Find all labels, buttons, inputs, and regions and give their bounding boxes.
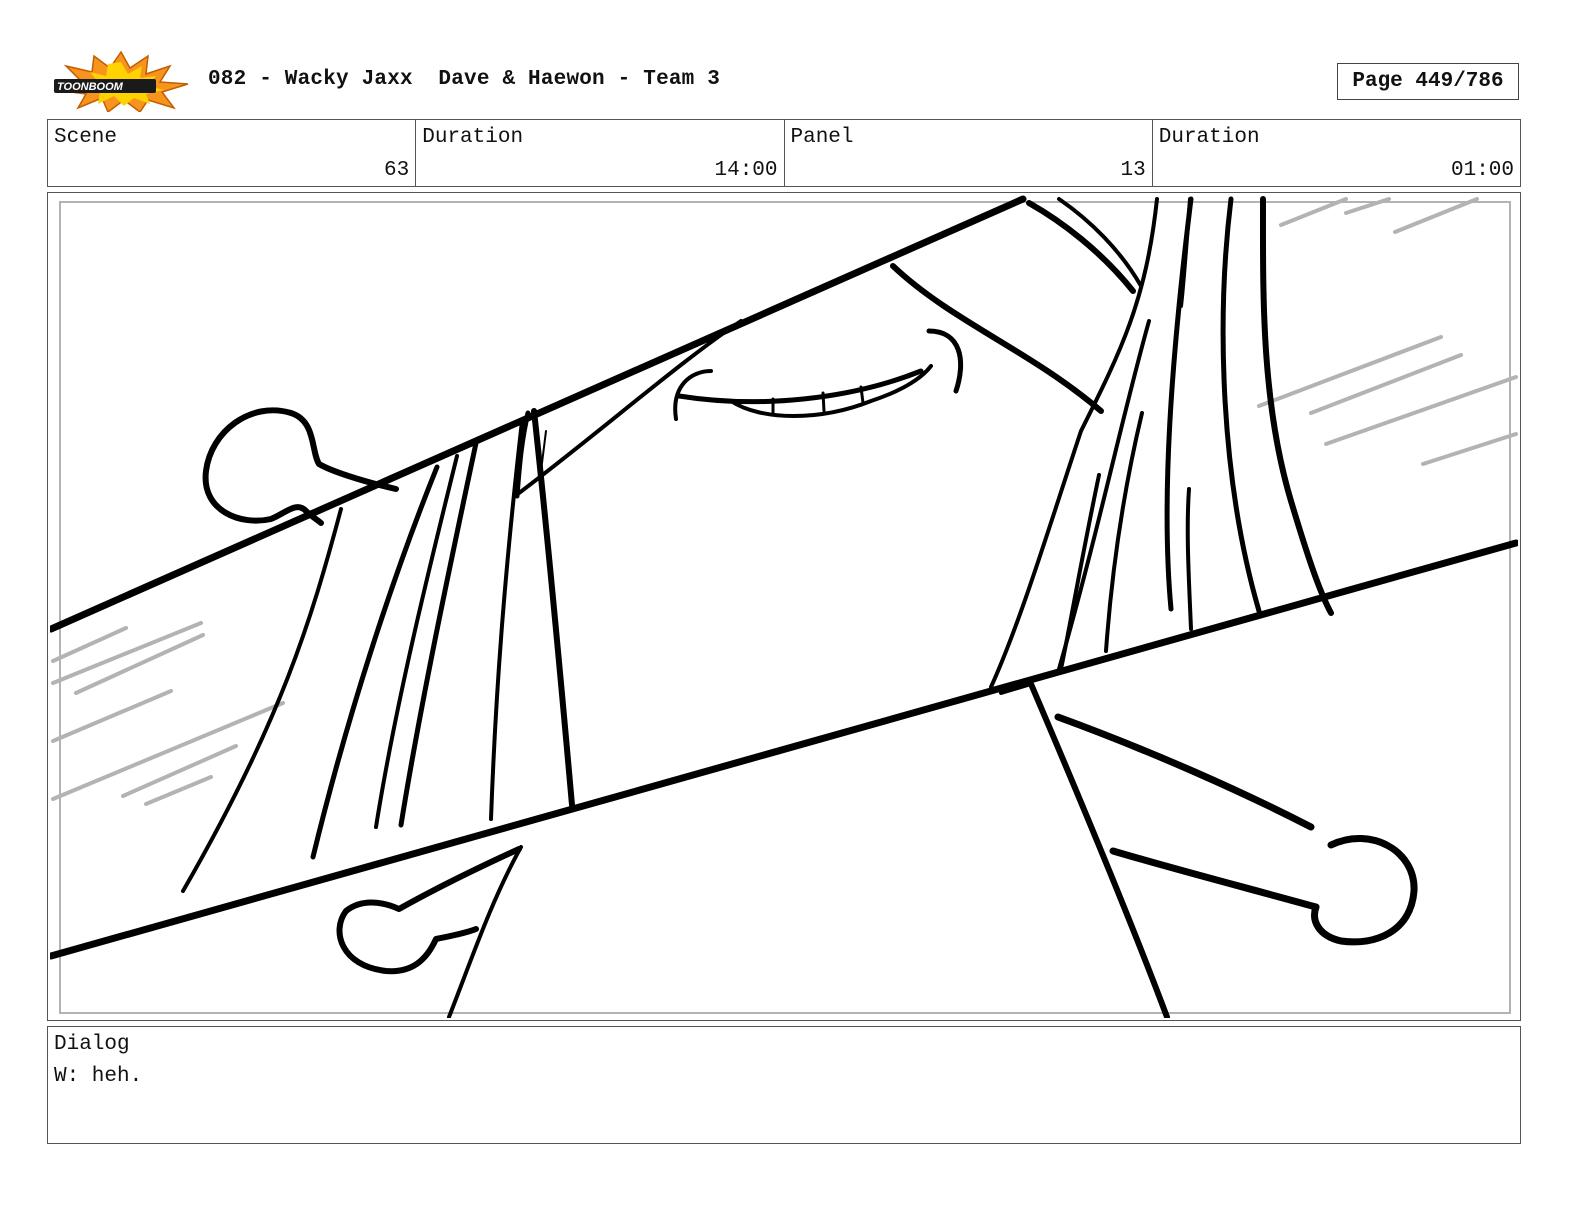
scene-label: Scene [54,126,118,149]
dialog-text: W: heh. [54,1065,143,1088]
scene-cell: Scene 63 [48,120,417,186]
storyboard-panel [47,192,1521,1021]
panel-value: 13 [1120,159,1146,182]
scene-value: 63 [384,159,410,182]
scene-duration-label: Duration [422,126,524,149]
panel-sketch [50,195,1518,1018]
scene-duration-cell: Duration 14:00 [416,120,785,186]
dialog-label: Dialog [54,1033,130,1056]
toonboom-logo: TOONBOOM [53,50,189,112]
panel-cell: Panel 13 [785,120,1153,186]
page-indicator: Page 449/786 [1337,63,1519,100]
document-title: 082 - Wacky Jaxx Dave & Haewon - Team 3 [208,68,721,91]
panel-label: Panel [790,126,854,149]
panel-duration-cell: Duration 01:00 [1153,120,1520,186]
dialog-box: Dialog W: heh. [47,1026,1521,1144]
scene-duration-value: 14:00 [714,159,778,182]
ink-strokes [50,195,1518,1018]
panel-duration-value: 01:00 [1450,159,1514,182]
logo-text: TOONBOOM [57,81,124,93]
scene-info-row: Scene 63 Duration 14:00 Panel 13 Duratio… [47,119,1521,187]
panel-duration-label: Duration [1158,126,1260,149]
